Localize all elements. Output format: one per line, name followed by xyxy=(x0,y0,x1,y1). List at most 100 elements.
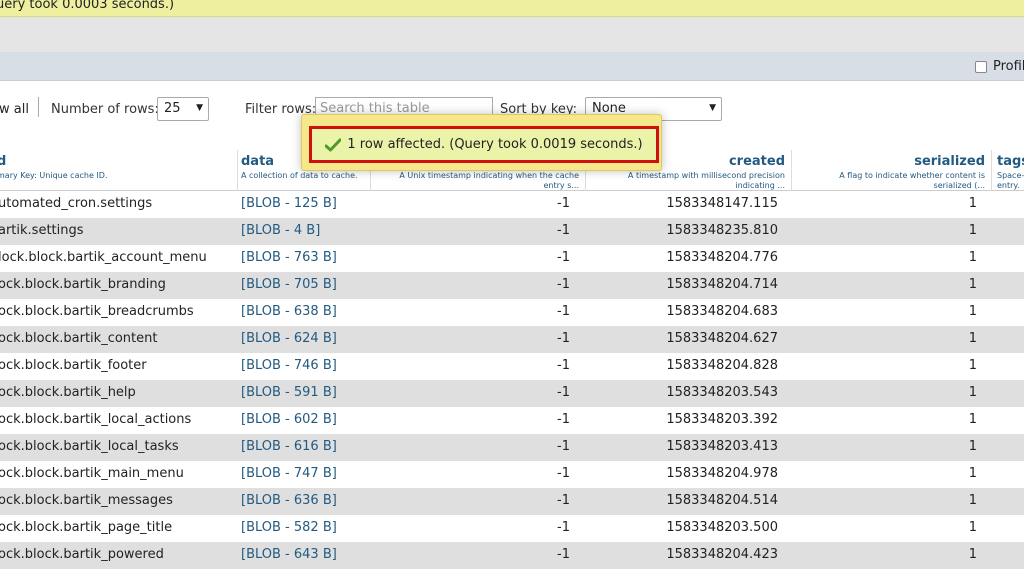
profiling-checkbox[interactable] xyxy=(975,60,987,73)
blob-link[interactable]: [BLOB - 591 B] xyxy=(241,385,337,400)
table-row[interactable]: ock.block.bartik_footer [BLOB - 746 B] -1 1… xyxy=(0,353,1024,380)
expire-cell: -1 xyxy=(557,412,570,427)
serialized-cell: 1 xyxy=(968,466,977,481)
toolbar-band xyxy=(0,17,1024,52)
check-icon xyxy=(325,138,342,151)
expire-cell: -1 xyxy=(557,520,570,535)
profiling-option[interactable]: Profil xyxy=(975,59,1024,74)
cache-id-cell: utomated_cron.settings xyxy=(0,196,153,211)
created-cell: 1583348204.714 xyxy=(666,277,778,292)
column-comment: A timestamp with millisecond precision i… xyxy=(627,171,785,190)
serialized-cell: 1 xyxy=(968,304,977,319)
blob-link[interactable]: [BLOB - 602 B] xyxy=(241,412,337,427)
expire-cell: -1 xyxy=(557,493,570,508)
created-cell: 1583348203.543 xyxy=(666,385,778,400)
column-name[interactable]: d xyxy=(0,154,6,169)
column-name[interactable]: serialized xyxy=(914,154,985,169)
blob-link[interactable]: [BLOB - 582 B] xyxy=(241,520,337,535)
expire-cell: -1 xyxy=(557,304,570,319)
dropdown-arrow-icon: ▼ xyxy=(196,103,203,113)
table-row[interactable]: ock.block.bartik_main_menu [BLOB - 747 B]… xyxy=(0,461,1024,488)
column-name[interactable]: created xyxy=(729,154,785,169)
expire-cell: -1 xyxy=(557,277,570,292)
serialized-cell: 1 xyxy=(968,385,977,400)
expire-cell: -1 xyxy=(557,223,570,238)
cache-id-cell: ock.block.bartik_powered xyxy=(0,547,164,562)
table-row[interactable]: ock.block.bartik_page_title [BLOB - 582 B… xyxy=(0,515,1024,542)
expire-cell: -1 xyxy=(557,331,570,346)
expire-cell: -1 xyxy=(557,466,570,481)
rows-select[interactable]: 25 ▼ xyxy=(157,97,209,121)
column-comment: mary Key: Unique cache ID. xyxy=(0,171,108,180)
cache-id-cell: ock.block.bartik_help xyxy=(0,385,136,400)
cache-id-cell: ock.block.bartik_breadcrumbs xyxy=(0,304,194,319)
table-row[interactable]: artik.settings [BLOB - 4 B] -1 1583348235.8… xyxy=(0,218,1024,245)
created-cell: 1583348203.392 xyxy=(666,412,778,427)
blob-link[interactable]: [BLOB - 747 B] xyxy=(241,466,337,481)
table-row[interactable]: ock.block.bartik_branding [BLOB - 705 B] -… xyxy=(0,272,1024,299)
blob-link[interactable]: [BLOB - 763 B] xyxy=(241,250,337,265)
serialized-cell: 1 xyxy=(968,439,977,454)
cache-id-cell: ock.block.bartik_branding xyxy=(0,277,166,292)
table-row[interactable]: ock.block.bartik_content [BLOB - 624 B] -1… xyxy=(0,326,1024,353)
serialized-cell: 1 xyxy=(968,412,977,427)
table-row[interactable]: lock.block.bartik_account_menu [BLOB - 76… xyxy=(0,245,1024,272)
expire-cell: -1 xyxy=(557,547,570,562)
show-all-link[interactable]: w all xyxy=(0,102,29,117)
cache-id-cell: ock.block.bartik_local_actions xyxy=(0,412,192,427)
created-cell: 1583348203.413 xyxy=(666,439,778,454)
table-row[interactable]: ock.block.bartik_help [BLOB - 591 B] -1 158… xyxy=(0,380,1024,407)
table-row[interactable]: ock.block.bartik_messages [BLOB - 636 B] -… xyxy=(0,488,1024,515)
created-cell: 1583348204.828 xyxy=(666,358,778,373)
rows-select-value: 25 xyxy=(164,101,181,116)
cache-id-cell: ock.block.bartik_messages xyxy=(0,493,173,508)
created-cell: 1583348204.776 xyxy=(666,250,778,265)
created-cell: 1583348204.514 xyxy=(666,493,778,508)
column-comment: A Unix timestamp indicating when the cac… xyxy=(399,171,579,190)
column-comment: A flag to indicate whether content is se… xyxy=(839,171,985,190)
profiling-label: Profil xyxy=(993,59,1024,74)
table-row[interactable]: ock.block.bartik_breadcrumbs [BLOB - 638 … xyxy=(0,299,1024,326)
table-row[interactable]: utomated_cron.settings [BLOB - 125 B] -1 15… xyxy=(0,191,1024,218)
serialized-cell: 1 xyxy=(968,196,977,211)
expire-cell: -1 xyxy=(557,250,570,265)
success-message: 1 row affected. (Query took 0.0019 secon… xyxy=(309,126,659,163)
query-result-popup: 1 row affected. (Query took 0.0019 secon… xyxy=(301,114,662,171)
options-bar xyxy=(0,52,1024,81)
cache-id-cell: ock.block.bartik_main_menu xyxy=(0,466,184,481)
created-cell: 1583348147.115 xyxy=(666,196,778,211)
nav-separator xyxy=(38,97,39,117)
column-name[interactable]: data xyxy=(241,154,274,169)
cache-id-cell: lock.block.bartik_account_menu xyxy=(0,250,207,265)
column-name[interactable]: tags xyxy=(997,154,1024,169)
column-header-cid[interactable]: d mary Key: Unique cache ID. xyxy=(0,150,238,191)
table-row[interactable]: ock.block.bartik_local_actions [BLOB - 60… xyxy=(0,407,1024,434)
blob-link[interactable]: [BLOB - 643 B] xyxy=(241,547,337,562)
blob-link[interactable]: [BLOB - 4 B] xyxy=(241,223,320,238)
expire-cell: -1 xyxy=(557,439,570,454)
column-header-serialized[interactable]: serialized A flag to indicate whether co… xyxy=(792,150,992,191)
rows-label: Number of rows: xyxy=(51,102,159,117)
column-comment: Space-entry. xyxy=(997,171,1024,190)
created-cell: 1583348235.810 xyxy=(666,223,778,238)
serialized-cell: 1 xyxy=(968,223,977,238)
table-row[interactable]: ock.block.bartik_local_tasks [BLOB - 616 … xyxy=(0,434,1024,461)
blob-link[interactable]: [BLOB - 624 B] xyxy=(241,331,337,346)
blob-link[interactable]: [BLOB - 705 B] xyxy=(241,277,337,292)
serialized-cell: 1 xyxy=(968,520,977,535)
serialized-cell: 1 xyxy=(968,250,977,265)
table-row[interactable]: ock.block.bartik_powered [BLOB - 643 B] -1… xyxy=(0,542,1024,569)
blob-link[interactable]: [BLOB - 636 B] xyxy=(241,493,337,508)
blob-link[interactable]: [BLOB - 638 B] xyxy=(241,304,337,319)
column-comment: A collection of data to cache. xyxy=(241,171,358,180)
created-cell: 1583348204.627 xyxy=(666,331,778,346)
blob-link[interactable]: [BLOB - 616 B] xyxy=(241,439,337,454)
cache-id-cell: artik.settings xyxy=(0,223,84,238)
blob-link[interactable]: [BLOB - 125 B] xyxy=(241,196,337,211)
serialized-cell: 1 xyxy=(968,547,977,562)
expire-cell: -1 xyxy=(557,358,570,373)
blob-link[interactable]: [BLOB - 746 B] xyxy=(241,358,337,373)
column-header-tags[interactable]: tags Space-entry. xyxy=(992,150,1024,191)
previous-query-message: uery took 0.0003 seconds.) xyxy=(0,0,1024,17)
expire-cell: -1 xyxy=(557,196,570,211)
